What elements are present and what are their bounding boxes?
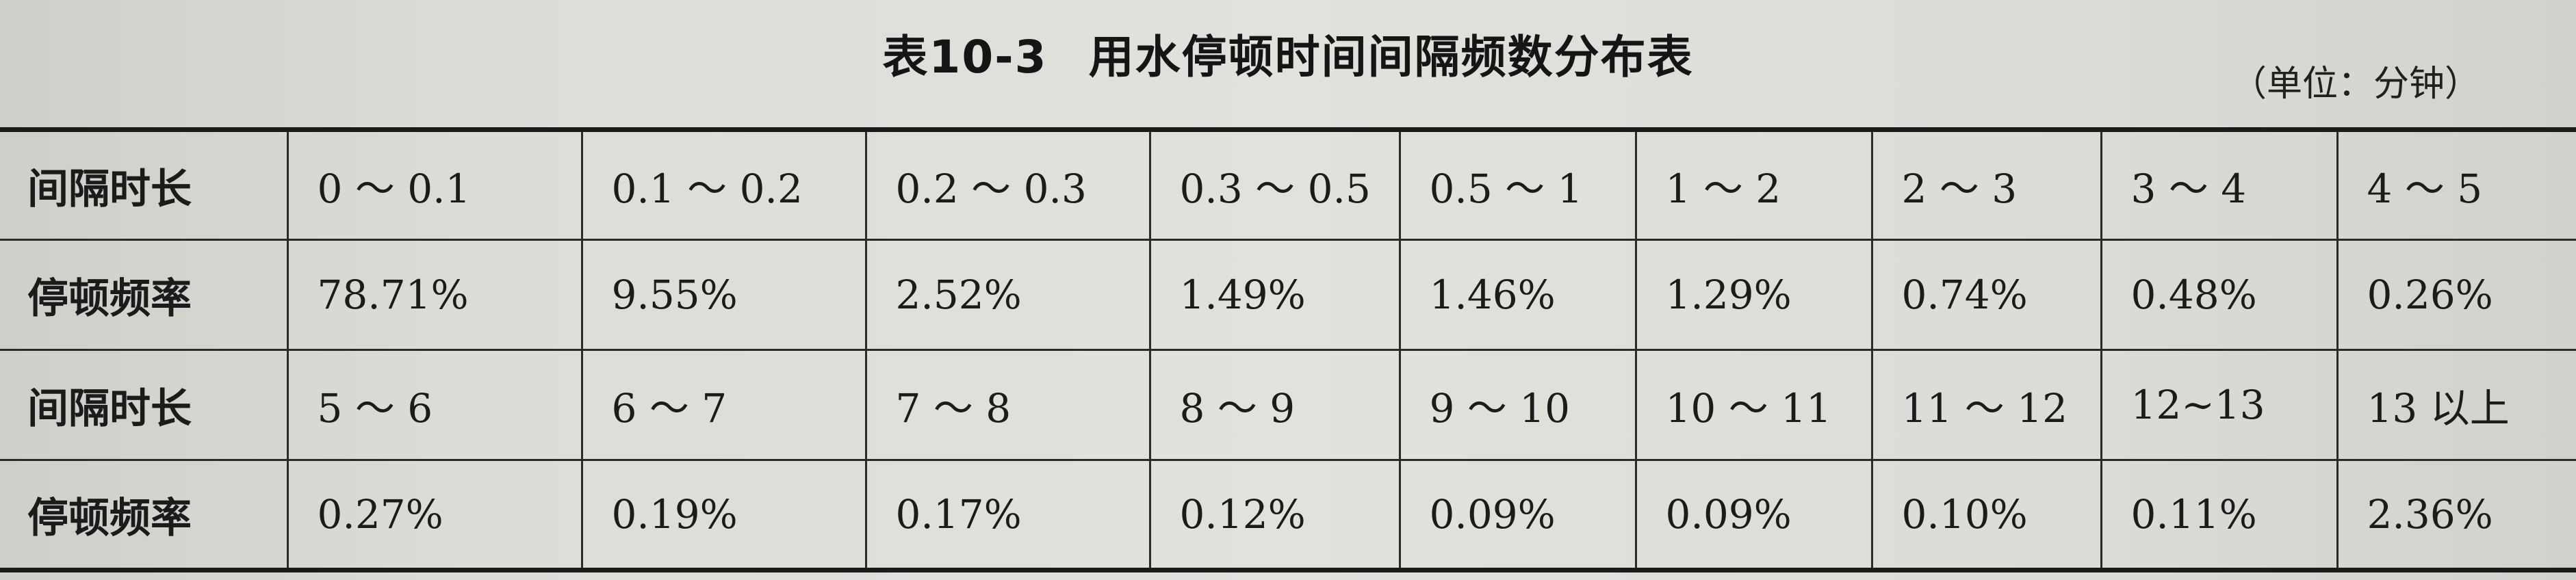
table-cell: 0.2 ～ 0.3	[864, 127, 1150, 241]
table-row: 间隔时长 5 ～ 66 ～ 77 ～ 88 ～ 99 ～ 10 10 ～ 11 11 …	[0, 350, 2576, 461]
table-number: 表10-3	[882, 31, 1048, 83]
table-cell: 9.55%	[580, 239, 866, 351]
table-title-text: 用水停顿时间间隔频数分布表	[1088, 31, 1694, 83]
table-cell: 4 ～ 5	[2336, 127, 2576, 241]
table-cell: 8 ～ 9	[1148, 350, 1400, 461]
table-cell: 10 ～ 11	[1634, 350, 1872, 461]
row-header: 间隔时长	[0, 350, 287, 461]
table-cell: 0.10%	[1870, 460, 2101, 572]
table-cell: 1.29%	[1634, 239, 1872, 351]
table-cell: 9 ～ 10	[1398, 350, 1636, 461]
row-header: 停顿频率	[0, 460, 287, 572]
table-cell: 78.71%	[286, 239, 582, 351]
table-cell: 0.11%	[2100, 460, 2337, 572]
table-cell: 0.26%	[2336, 239, 2576, 351]
table-cell: 0.17%	[864, 460, 1150, 572]
table-cell: 2.36%	[2336, 460, 2576, 572]
table-cell: 1.46%	[1398, 239, 1636, 351]
table-cell: 12~13	[2100, 350, 2337, 461]
table-cell: 0.27%	[286, 460, 582, 572]
frequency-table: 间隔时长 0 ～ 0.1 0.1 ～ 0.2 0.2 ～ 0.3 0.3 ～ 0.5 0.…	[0, 127, 2576, 572]
row-header: 停顿频率	[0, 239, 287, 351]
table-cell: 0.48%	[2100, 239, 2337, 351]
table-cell: 0.3 ～ 0.5	[1148, 127, 1400, 241]
table-cell: 0.09%	[1634, 460, 1872, 572]
table-row: 停顿频率 0.27% 0.19% 0.17% 0.12% 0.09% 0.09% 0.10% 0…	[0, 460, 2576, 572]
table-title: 表10-3 用水停顿时间间隔频数分布表	[0, 21, 2576, 86]
table-body: 间隔时长 0 ～ 0.1 0.1 ～ 0.2 0.2 ～ 0.3 0.3 ～ 0.5 0.…	[0, 127, 2576, 572]
table-cell: 0.5 ～ 1	[1398, 127, 1636, 241]
table-cell: 13 以上	[2336, 350, 2576, 461]
table-cell: 0 ～ 0.1	[286, 127, 582, 241]
table-row: 间隔时长 0 ～ 0.1 0.1 ～ 0.2 0.2 ～ 0.3 0.3 ～ 0.5 0.…	[0, 127, 2576, 241]
table-cell: 2.52%	[864, 239, 1150, 351]
table-cell: 1.49%	[1148, 239, 1400, 351]
table-cell: 1 ～ 2	[1634, 127, 1872, 241]
table-cell: 11 ～ 12	[1870, 350, 2101, 461]
table-cell: 0.09%	[1398, 460, 1636, 572]
unit-note: （单位：分钟）	[2230, 64, 2480, 105]
table-cell: 5 ～ 6	[286, 350, 582, 461]
table-cell: 0.74%	[1870, 239, 2101, 351]
table-cell: 6 ～ 7	[580, 350, 866, 461]
document-page: 表10-3 用水停顿时间间隔频数分布表 （单位：分钟） 间隔时长 0 ～ 0.1 0.…	[0, 0, 2576, 580]
table-cell: 0.1 ～ 0.2	[580, 127, 866, 241]
table-cell: 0.19%	[580, 460, 866, 572]
table-cell: 0.12%	[1148, 460, 1400, 572]
table-cell: 3 ～ 4	[2100, 127, 2337, 241]
table-cell: 7 ～ 8	[864, 350, 1150, 461]
table-row: 停顿频率 78.71% 9.55% 2.52% 1.49% 1.46% 1.29% 0.74%…	[0, 239, 2576, 351]
row-header: 间隔时长	[0, 127, 287, 241]
table-cell: 2 ～ 3	[1870, 127, 2101, 241]
